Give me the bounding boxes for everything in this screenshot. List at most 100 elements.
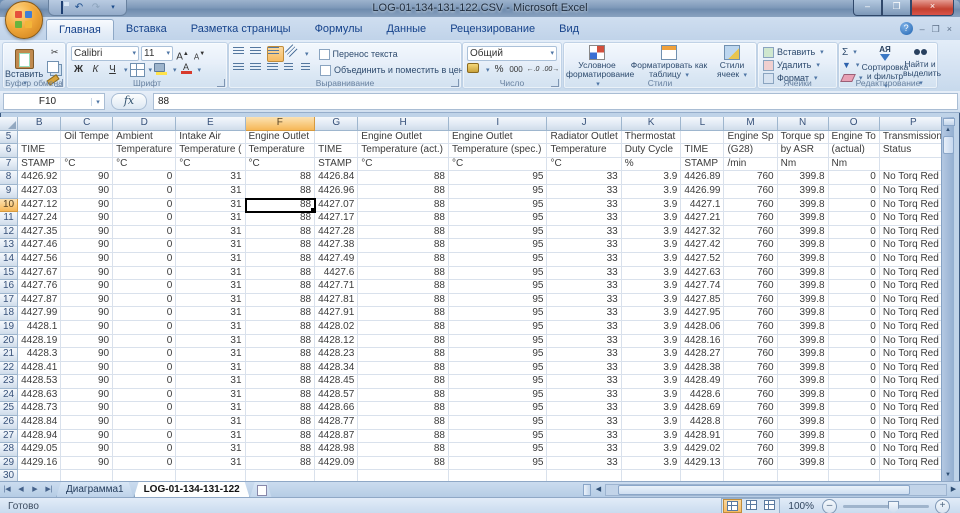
cell-D24[interactable]: 0	[113, 389, 176, 403]
cell-B16[interactable]: 4427.76	[18, 280, 61, 294]
cell-F17[interactable]: 88	[246, 294, 316, 308]
cell-M15[interactable]: 760	[724, 267, 777, 281]
cell-F21[interactable]: 88	[246, 348, 316, 362]
cell-G17[interactable]: 4427.81	[315, 294, 358, 308]
cell-K5[interactable]: Thermostat	[622, 131, 682, 145]
cell-P11[interactable]: No Torq Red	[880, 212, 941, 226]
cell-C17[interactable]: 90	[61, 294, 113, 308]
row-header-25[interactable]: 25	[0, 402, 18, 416]
cell-H9[interactable]: 88	[358, 185, 449, 199]
cell-O26[interactable]: 0	[829, 416, 880, 430]
sheet-tab-LOG-01-134-131-122[interactable]: LOG-01-134-131-122	[134, 482, 250, 498]
cell-P23[interactable]: No Torq Red	[880, 375, 941, 389]
cell-L21[interactable]: 4428.27	[681, 348, 724, 362]
cell-H13[interactable]: 88	[358, 239, 449, 253]
cell-N25[interactable]: 399.8	[778, 402, 829, 416]
cell-O6[interactable]: (actual)	[829, 144, 880, 158]
cell-P26[interactable]: No Torq Red	[880, 416, 941, 430]
cell-N18[interactable]: 399.8	[778, 307, 829, 321]
cell-M9[interactable]: 760	[724, 185, 777, 199]
cell-F26[interactable]: 88	[246, 416, 316, 430]
align-top-button[interactable]	[233, 47, 248, 61]
cell-J9[interactable]: 33	[547, 185, 621, 199]
row-header-18[interactable]: 18	[0, 307, 18, 321]
cell-M24[interactable]: 760	[724, 389, 777, 403]
cell-B19[interactable]: 4428.1	[18, 321, 61, 335]
cell-I14[interactable]: 95	[449, 253, 547, 267]
cell-D20[interactable]: 0	[113, 335, 176, 349]
cell-H25[interactable]: 88	[358, 402, 449, 416]
cell-J30[interactable]	[547, 470, 621, 481]
cell-L29[interactable]: 4429.13	[681, 457, 724, 471]
cell-B28[interactable]: 4429.05	[18, 443, 61, 457]
cell-I24[interactable]: 95	[449, 389, 547, 403]
cell-P13[interactable]: No Torq Red	[880, 239, 941, 253]
cell-C28[interactable]: 90	[61, 443, 113, 457]
cell-E24[interactable]: 31	[176, 389, 245, 403]
cell-F25[interactable]: 88	[246, 402, 316, 416]
align-right-button[interactable]	[267, 63, 282, 77]
cell-C26[interactable]: 90	[61, 416, 113, 430]
cell-L17[interactable]: 4427.85	[681, 294, 724, 308]
cell-P27[interactable]: No Torq Red	[880, 430, 941, 444]
cell-I12[interactable]: 95	[449, 226, 547, 240]
cell-P30[interactable]	[880, 470, 941, 481]
cell-B10[interactable]: 4427.12	[18, 199, 61, 213]
column-header-L[interactable]: L	[681, 117, 724, 131]
cell-P17[interactable]: No Torq Red	[880, 294, 941, 308]
cell-P15[interactable]: No Torq Red	[880, 267, 941, 281]
cell-B23[interactable]: 4428.53	[18, 375, 61, 389]
scroll-right-icon[interactable]: ▶	[947, 482, 960, 498]
cell-C13[interactable]: 90	[61, 239, 113, 253]
tab-Данные[interactable]: Данные	[374, 19, 438, 40]
cell-G5[interactable]	[315, 131, 358, 145]
name-box[interactable]: F10 ▾	[3, 93, 105, 110]
decrease-decimal-button[interactable]: .00→	[543, 63, 560, 77]
cell-G27[interactable]: 4428.87	[315, 430, 358, 444]
cell-G15[interactable]: 4427.6	[315, 267, 358, 281]
cell-M11[interactable]: 760	[724, 212, 777, 226]
cell-K28[interactable]: 3.9	[622, 443, 682, 457]
column-header-C[interactable]: C	[61, 117, 113, 131]
cell-J17[interactable]: 33	[547, 294, 621, 308]
cell-G19[interactable]: 4428.02	[315, 321, 358, 335]
row-header-16[interactable]: 16	[0, 280, 18, 294]
cell-P8[interactable]: No Torq Red	[880, 171, 941, 185]
formula-input[interactable]: 88	[153, 93, 958, 110]
cell-B8[interactable]: 4426.92	[18, 171, 61, 185]
cell-C6[interactable]	[61, 144, 113, 158]
cell-P22[interactable]: No Torq Red	[880, 362, 941, 376]
cell-L12[interactable]: 4427.32	[681, 226, 724, 240]
column-header-J[interactable]: J	[547, 117, 621, 131]
row-header-22[interactable]: 22	[0, 362, 18, 376]
cell-E26[interactable]: 31	[176, 416, 245, 430]
cell-J24[interactable]: 33	[547, 389, 621, 403]
cell-G12[interactable]: 4427.28	[315, 226, 358, 240]
cell-E28[interactable]: 31	[176, 443, 245, 457]
cell-I16[interactable]: 95	[449, 280, 547, 294]
cell-L7[interactable]: STAMP	[681, 158, 724, 172]
cell-E19[interactable]: 31	[176, 321, 245, 335]
cell-O10[interactable]: 0	[829, 199, 880, 213]
cell-E6[interactable]: Temperature (	[176, 144, 245, 158]
zoom-level-label[interactable]: 100%	[788, 501, 814, 512]
increase-indent-button[interactable]	[301, 63, 316, 77]
tab-Вставка[interactable]: Вставка	[114, 19, 179, 40]
cell-O7[interactable]: Nm	[829, 158, 880, 172]
cell-K17[interactable]: 3.9	[622, 294, 682, 308]
tab-Вид[interactable]: Вид	[547, 19, 591, 40]
cell-O24[interactable]: 0	[829, 389, 880, 403]
cell-G13[interactable]: 4427.38	[315, 239, 358, 253]
cell-E10[interactable]: 31	[176, 199, 245, 213]
cell-F10[interactable]: 88	[246, 199, 316, 213]
column-header-K[interactable]: K	[622, 117, 682, 131]
cell-L24[interactable]: 4428.6	[681, 389, 724, 403]
row-header-24[interactable]: 24	[0, 389, 18, 403]
cell-E5[interactable]: Intake Air	[176, 131, 245, 145]
cell-G6[interactable]: TIME	[315, 144, 358, 158]
cell-L16[interactable]: 4427.74	[681, 280, 724, 294]
cell-H11[interactable]: 88	[358, 212, 449, 226]
cell-C9[interactable]: 90	[61, 185, 113, 199]
cell-M17[interactable]: 760	[724, 294, 777, 308]
cell-D26[interactable]: 0	[113, 416, 176, 430]
